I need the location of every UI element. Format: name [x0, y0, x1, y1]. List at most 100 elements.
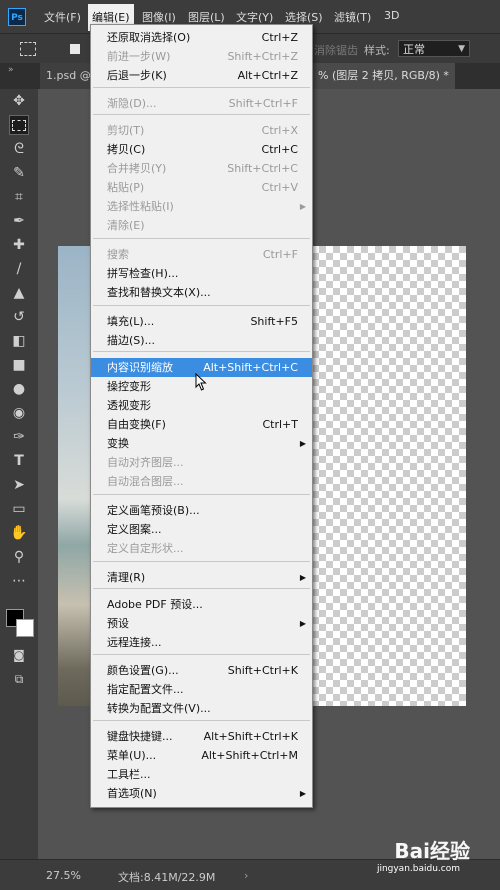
- edit-menu-item[interactable]: 前进一步(W) Shift+Ctrl+Z: [91, 47, 312, 66]
- menu-separator: [93, 654, 310, 655]
- edit-menu-item[interactable]: 渐隐(D)... Shift+Ctrl+F: [91, 94, 312, 113]
- hand-tool-icon[interactable]: ✋: [9, 523, 29, 543]
- edit-menu-item[interactable]: 合并拷贝(Y) Shift+Ctrl+C: [91, 159, 312, 178]
- edit-menu-item[interactable]: 清除(E): [91, 216, 312, 235]
- style-label: 样式:: [364, 44, 390, 57]
- edit-menu-item[interactable]: 自动混合图层...: [91, 472, 312, 491]
- edit-menu-item[interactable]: 清理(R) ▶: [91, 568, 312, 587]
- document-tab-2[interactable]: % (图层 2 拷贝, RGB/8) *: [312, 63, 455, 89]
- history-brush-tool-icon[interactable]: ↺: [9, 307, 29, 327]
- menu-item-label: 查找和替换文本(X)...: [107, 286, 211, 299]
- edit-menu-item[interactable]: 自由变换(F) Ctrl+T: [91, 415, 312, 434]
- menu-item-shortcut: Ctrl+C: [261, 143, 298, 156]
- crop-tool-icon[interactable]: ⌗: [9, 187, 29, 207]
- edit-menu-item[interactable]: 预设 ▶: [91, 614, 312, 633]
- style-select[interactable]: 正常 ▼: [398, 40, 470, 57]
- healing-tool-icon[interactable]: ✚: [9, 235, 29, 255]
- edit-menu-item[interactable]: 粘贴(P) Ctrl+V: [91, 178, 312, 197]
- edit-menu-item[interactable]: 填充(L)... Shift+F5: [91, 312, 312, 331]
- menu-item-label: 填充(L)...: [107, 315, 155, 328]
- menu-item-label: 自由变换(F): [107, 418, 166, 431]
- collapse-icon[interactable]: »: [8, 65, 14, 75]
- edit-menu-item[interactable]: 指定配置文件...: [91, 680, 312, 699]
- edit-menu-item[interactable]: 透视变形: [91, 396, 312, 415]
- quick-select-tool-icon[interactable]: ✎: [9, 163, 29, 183]
- edit-menu-item[interactable]: 工具栏...: [91, 765, 312, 784]
- stamp-tool-icon[interactable]: ▲: [9, 283, 29, 303]
- menu-item-label: 渐隐(D)...: [107, 97, 157, 110]
- menu-item-shortcut: Alt+Shift+Ctrl+K: [203, 730, 298, 743]
- new-selection-icon[interactable]: [70, 44, 80, 54]
- zoom-level[interactable]: 27.5%: [46, 869, 81, 882]
- edit-menu-item[interactable]: 菜单(U)... Alt+Shift+Ctrl+M: [91, 746, 312, 765]
- edit-menu-item[interactable]: 剪切(T) Ctrl+X: [91, 121, 312, 140]
- menu-image[interactable]: 图像(I): [142, 9, 176, 25]
- edit-menu-item[interactable]: 键盘快捷键... Alt+Shift+Ctrl+K: [91, 727, 312, 746]
- submenu-arrow-icon: ▶: [299, 619, 306, 628]
- edit-menu-item[interactable]: 后退一步(K) Alt+Ctrl+Z: [91, 66, 312, 85]
- edit-menu-item[interactable]: 转换为配置文件(V)...: [91, 699, 312, 718]
- marquee-preset-icon[interactable]: [20, 42, 36, 56]
- edit-menu-dropdown: 还原取消选择(O) Ctrl+Z 前进一步(W) Shift+Ctrl+Z 后退一步(K…: [90, 24, 313, 808]
- lasso-tool-icon[interactable]: ᘓ: [9, 139, 29, 159]
- menu-item-shortcut: Alt+Shift+Ctrl+C: [203, 361, 298, 374]
- menu-item-label: 变换: [107, 437, 129, 450]
- background-color-swatch[interactable]: [16, 619, 34, 637]
- menu-item-shortcut: Ctrl+Z: [261, 31, 298, 44]
- menu-separator: [93, 114, 310, 115]
- menu-select[interactable]: 选择(S): [285, 9, 323, 25]
- edit-menu-item[interactable]: 搜索 Ctrl+F: [91, 245, 312, 264]
- menu-item-label: Adobe PDF 预设...: [107, 598, 203, 611]
- edit-menu-item[interactable]: 颜色设置(G)... Shift+Ctrl+K: [91, 661, 312, 680]
- more-tools-icon[interactable]: ⋯: [9, 571, 29, 591]
- menu-item-label: 预设: [107, 617, 129, 630]
- edit-menu-item[interactable]: 拼写检查(H)...: [91, 264, 312, 283]
- eyedropper-tool-icon[interactable]: ✒: [9, 211, 29, 231]
- menu-layer[interactable]: 图层(L): [188, 9, 225, 25]
- path-select-tool-icon[interactable]: ➤: [9, 475, 29, 495]
- menu-type[interactable]: 文字(Y): [236, 9, 273, 25]
- move-tool-icon[interactable]: ✥: [9, 91, 29, 111]
- mouse-cursor-icon: [195, 373, 207, 391]
- edit-menu-item[interactable]: 拷贝(C) Ctrl+C: [91, 140, 312, 159]
- edit-menu-item[interactable]: 定义自定形状...: [91, 539, 312, 558]
- menu-item-label: 合并拷贝(Y): [107, 162, 167, 175]
- menu-item-label: 剪切(T): [107, 124, 145, 137]
- edit-menu-item[interactable]: 查找和替换文本(X)...: [91, 283, 312, 302]
- edit-menu-item[interactable]: 定义图案...: [91, 520, 312, 539]
- edit-menu-item[interactable]: 变换 ▶: [91, 434, 312, 453]
- edit-menu-item[interactable]: 首选项(N) ▶: [91, 784, 312, 803]
- edit-menu-item[interactable]: 定义画笔预设(B)...: [91, 501, 312, 520]
- marquee-tool-icon[interactable]: [9, 115, 29, 135]
- menu-separator: [93, 305, 310, 306]
- menu-filter[interactable]: 滤镜(T): [334, 9, 371, 25]
- quick-mask-icon[interactable]: ◙: [9, 645, 29, 665]
- menu-item-shortcut: Alt+Shift+Ctrl+M: [201, 749, 298, 762]
- gradient-tool-icon[interactable]: ■: [9, 355, 29, 375]
- brush-tool-icon[interactable]: /: [9, 259, 29, 279]
- menu-file[interactable]: 文件(F): [44, 9, 81, 25]
- edit-menu-item[interactable]: Adobe PDF 预设...: [91, 595, 312, 614]
- submenu-arrow-icon: ▶: [299, 202, 306, 211]
- eraser-tool-icon[interactable]: ◧: [9, 331, 29, 351]
- pen-tool-icon[interactable]: ✑: [9, 427, 29, 447]
- submenu-arrow-icon: ▶: [299, 573, 306, 582]
- edit-menu-item[interactable]: 选择性粘贴(I) ▶: [91, 197, 312, 216]
- menu-separator: [93, 588, 310, 589]
- rectangle-tool-icon[interactable]: ▭: [9, 499, 29, 519]
- dodge-tool-icon[interactable]: ◉: [9, 403, 29, 423]
- menu-3d[interactable]: 3D: [384, 9, 399, 22]
- edit-menu-item[interactable]: 还原取消选择(O) Ctrl+Z: [91, 28, 312, 47]
- edit-menu-item[interactable]: 自动对齐图层...: [91, 453, 312, 472]
- type-tool-icon[interactable]: T: [9, 451, 29, 471]
- document-tab-1[interactable]: 1.psd @: [40, 63, 97, 89]
- chevron-right-icon[interactable]: ›: [244, 869, 248, 882]
- edit-menu-item[interactable]: 描边(S)...: [91, 331, 312, 350]
- zoom-tool-icon[interactable]: ⚲: [9, 547, 29, 567]
- edit-menu-item[interactable]: 远程连接...: [91, 633, 312, 652]
- screen-mode-icon[interactable]: ⧉: [9, 669, 29, 689]
- menu-item-label: 搜索: [107, 248, 129, 261]
- blur-tool-icon[interactable]: ●: [9, 379, 29, 399]
- menu-item-label: 定义自定形状...: [107, 542, 184, 555]
- menu-item-label: 远程连接...: [107, 636, 162, 649]
